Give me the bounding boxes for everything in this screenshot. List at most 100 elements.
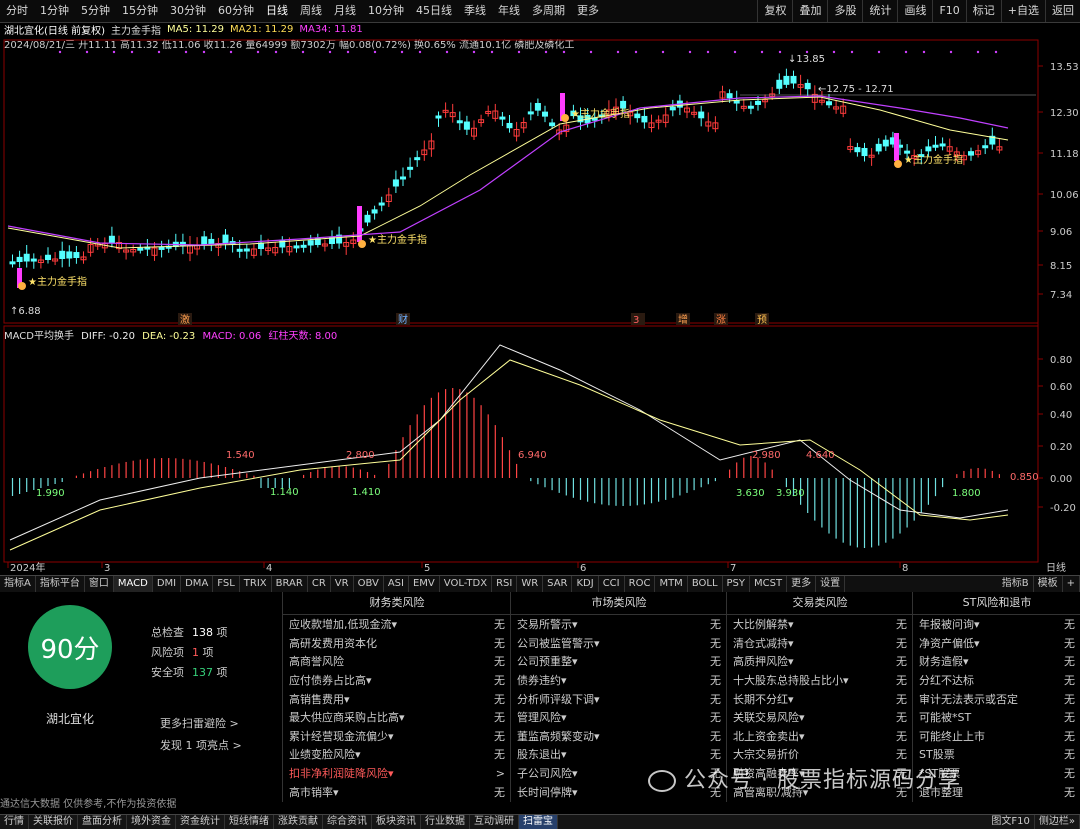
risk-row[interactable]: 大比例解禁▾ 无	[727, 615, 913, 634]
bottom-tab[interactable]: 行情	[0, 815, 29, 829]
indicator-tab[interactable]: MACD	[113, 576, 153, 592]
indicator-tab[interactable]: CCI	[599, 576, 625, 592]
indicator-tab[interactable]: ASI	[384, 576, 409, 592]
period-tab[interactable]: 15分钟	[116, 0, 164, 22]
risk-row[interactable]: 公司被监管警示▾ 无	[511, 634, 727, 653]
risk-row[interactable]: 财务造假▾ 无	[913, 652, 1080, 671]
indicator-tab[interactable]: WR	[517, 576, 544, 592]
indicator-tab[interactable]: +	[1063, 576, 1080, 592]
indicator-tab[interactable]: DMI	[153, 576, 182, 592]
risk-row[interactable]: 股东退出▾ 无	[511, 745, 727, 764]
period-tab[interactable]: 季线	[458, 0, 492, 22]
risk-row[interactable]: 债券违约▾ 无	[511, 671, 727, 690]
period-tab[interactable]: 45日线	[410, 0, 458, 22]
bottom-tab[interactable]: 综合资讯	[323, 815, 372, 829]
indicator-tab[interactable]: PSY	[723, 576, 751, 592]
period-tab[interactable]: 30分钟	[164, 0, 212, 22]
indicator-tab[interactable]: SAR	[543, 576, 573, 592]
indicator-tab[interactable]: VR	[331, 576, 354, 592]
indicator-tab[interactable]: RSI	[492, 576, 518, 592]
risk-row[interactable]: 应付债券占比高▾ 无	[283, 671, 511, 690]
indicator-tab[interactable]: BOLL	[688, 576, 723, 592]
period-tab[interactable]: 更多	[571, 0, 605, 22]
period-tab[interactable]: 日线	[260, 0, 294, 22]
toolbar-button[interactable]: 多股	[827, 0, 862, 22]
period-tab[interactable]: 5分钟	[75, 0, 116, 22]
bottom-tab[interactable]: 境外资金	[127, 815, 176, 829]
kline-chart[interactable]: 13.5312.3011.1810.069.068.157.34 ★主力金手指★…	[0, 36, 1080, 576]
bottom-tab[interactable]: 关联报价	[29, 815, 78, 829]
risk-row[interactable]: 最大供应商采购占比高▾ 无	[283, 708, 511, 727]
risk-row[interactable]: 分红不达标 无	[913, 671, 1080, 690]
risk-row[interactable]: 高销售费用▾ 无	[283, 689, 511, 708]
indicator-tab[interactable]: MCST	[750, 576, 788, 592]
risk-row[interactable]: 清仓式减持▾ 无	[727, 634, 913, 653]
toolbar-button[interactable]: +自选	[1000, 0, 1045, 22]
toolbar-button[interactable]: 返回	[1045, 0, 1080, 22]
period-tab[interactable]: 10分钟	[362, 0, 410, 22]
risk-row[interactable]: 业绩变脸风险▾ 无	[283, 745, 511, 764]
risk-row[interactable]: 高商誉风险 无	[283, 652, 511, 671]
risk-row[interactable]: 关联交易风险▾ 无	[727, 708, 913, 727]
indicator-tab[interactable]: EMV	[409, 576, 440, 592]
highlights-link[interactable]: 发现 1 项亮点 >	[160, 737, 242, 753]
more-scan-link[interactable]: 更多扫雷避险 >	[160, 715, 239, 731]
risk-row[interactable]: ST股票 无	[913, 745, 1080, 764]
indicator-tab[interactable]: 指标平台	[36, 576, 85, 592]
toolbar-button[interactable]: 画线	[897, 0, 932, 22]
risk-row[interactable]: 审计无法表示或否定 无	[913, 689, 1080, 708]
bottom-right-button[interactable]: 图文F10	[987, 815, 1035, 829]
period-tab[interactable]: 60分钟	[212, 0, 260, 22]
risk-row[interactable]: 累计经营现金流偏少▾ 无	[283, 727, 511, 746]
period-tab[interactable]: 周线	[294, 0, 328, 22]
risk-row[interactable]: 管理风险▾ 无	[511, 708, 727, 727]
indicator-tab[interactable]: OBV	[354, 576, 384, 592]
indicator-tab[interactable]: FSL	[213, 576, 240, 592]
indicator-name[interactable]: 主力金手指	[111, 22, 161, 37]
risk-row[interactable]: 高研发费用资本化 无	[283, 634, 511, 653]
indicator-tab[interactable]: VOL-TDX	[440, 576, 493, 592]
indicator-tab[interactable]: MTM	[655, 576, 688, 592]
indicator-tab[interactable]: DMA	[181, 576, 214, 592]
bottom-tab[interactable]: 盘面分析	[78, 815, 127, 829]
toolbar-button[interactable]: F10	[932, 0, 965, 22]
indicator-tab[interactable]: 模板	[1034, 576, 1063, 592]
risk-row[interactable]: 扣非净利润陡降风险▾ >	[283, 764, 511, 783]
risk-row[interactable]: 净资产偏低▾ 无	[913, 634, 1080, 653]
indicator-tab[interactable]: 更多	[787, 576, 817, 592]
indicator-tab[interactable]: KDJ	[572, 576, 599, 592]
toolbar-button[interactable]: 叠加	[792, 0, 827, 22]
indicator-tab[interactable]: CR	[308, 576, 331, 592]
risk-row[interactable]: 高质押风险▾ 无	[727, 652, 913, 671]
risk-row[interactable]: 公司预重整▾ 无	[511, 652, 727, 671]
risk-row[interactable]: 可能被*ST 无	[913, 708, 1080, 727]
risk-row[interactable]: 大宗交易折价 无	[727, 745, 913, 764]
bottom-tab[interactable]: 资金统计	[176, 815, 225, 829]
toolbar-button[interactable]: 标记	[965, 0, 1001, 22]
risk-row[interactable]: 董监高频繁变动▾ 无	[511, 727, 727, 746]
bottom-tab[interactable]: 涨跌贡献	[274, 815, 323, 829]
risk-row[interactable]: 可能终止上市 无	[913, 727, 1080, 746]
risk-row[interactable]: 十大股东总持股占比小▾ 无	[727, 671, 913, 690]
toolbar-button[interactable]: 统计	[862, 0, 897, 22]
indicator-tab[interactable]: TRIX	[240, 576, 272, 592]
period-tab[interactable]: 年线	[492, 0, 526, 22]
period-tab[interactable]: 多周期	[526, 0, 571, 22]
indicator-tab[interactable]: BRAR	[272, 576, 308, 592]
period-tab[interactable]: 分时	[0, 0, 34, 22]
bottom-right-button[interactable]: 侧边栏»	[1035, 815, 1080, 829]
period-tab[interactable]: 月线	[328, 0, 362, 22]
indicator-tab[interactable]: 窗口	[85, 576, 114, 592]
risk-row[interactable]: 应收款增加,低现金流▾ 无	[283, 615, 511, 634]
risk-row[interactable]: 北上资金卖出▾ 无	[727, 727, 913, 746]
period-tab[interactable]: 1分钟	[34, 0, 75, 22]
bottom-tab[interactable]: 行业数据	[421, 815, 470, 829]
bottom-tab[interactable]: 板块资讯	[372, 815, 421, 829]
risk-row[interactable]: 年报被问询▾ 无	[913, 615, 1080, 634]
risk-row[interactable]: 长期不分红▾ 无	[727, 689, 913, 708]
bottom-tab[interactable]: 互动调研	[470, 815, 519, 829]
indicator-tab[interactable]: ROC	[625, 576, 656, 592]
macd-title[interactable]: MACD平均换手	[4, 331, 74, 342]
toolbar-button[interactable]: 复权	[757, 0, 792, 22]
indicator-tab[interactable]: 指标A	[0, 576, 36, 592]
